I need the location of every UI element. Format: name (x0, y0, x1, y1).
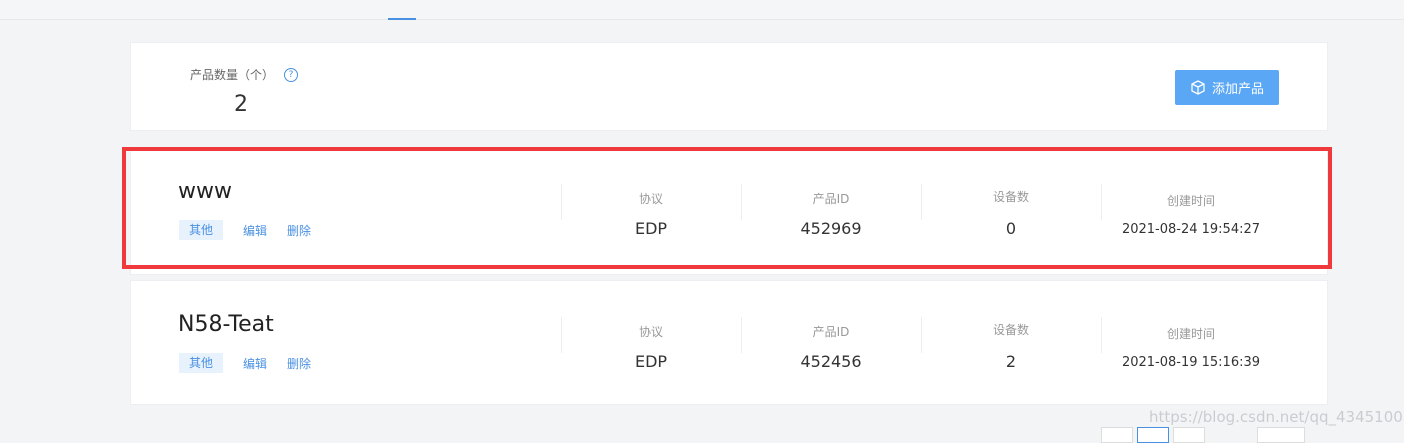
created-at-header: 创建时间 (1166, 327, 1215, 341)
active-tab-indicator (388, 18, 416, 20)
column-divider (561, 317, 562, 353)
column-divider (1101, 317, 1102, 353)
product-id-value: 452456 (800, 352, 862, 371)
device-count-header: 设备数 (992, 323, 1029, 337)
top-tab-bar (0, 0, 1404, 20)
product-id-header: 产品ID (812, 192, 850, 206)
edit-link[interactable]: 编辑 (243, 222, 267, 239)
cube-icon (1191, 79, 1205, 95)
created-at-value: 2021-08-24 19:54:27 (1121, 222, 1261, 237)
protocol-header: 协议 (638, 192, 663, 206)
column-divider (741, 184, 742, 220)
product-id-header: 产品ID (812, 325, 850, 339)
product-name[interactable]: N58-Teat (178, 312, 274, 337)
delete-link[interactable]: 删除 (287, 222, 311, 239)
column-divider (741, 317, 742, 353)
protocol-value: EDP (634, 219, 668, 238)
edit-link[interactable]: 编辑 (243, 355, 267, 372)
product-count-label-row: 产品数量（个） ? (190, 66, 299, 83)
product-card[interactable]: N58-Teat 其他 编辑 删除 协议 EDP 产品ID 452456 设备数… (130, 280, 1328, 405)
product-name[interactable]: www (178, 179, 232, 204)
add-product-label: 添加产品 (1211, 82, 1264, 97)
delete-link[interactable]: 删除 (287, 355, 311, 372)
device-count-header: 设备数 (992, 190, 1029, 204)
device-count-value: 2 (1005, 352, 1017, 371)
category-tag: 其他 (179, 353, 223, 373)
protocol-header: 协议 (638, 325, 663, 339)
product-card[interactable]: www 其他 编辑 删除 协议 EDP 产品ID 452969 设备数 0 创建… (130, 150, 1328, 275)
column-divider (921, 317, 922, 353)
pagination-button[interactable] (1101, 427, 1133, 443)
protocol-value: EDP (634, 352, 668, 371)
column-divider (561, 184, 562, 220)
column-divider (921, 184, 922, 220)
product-summary-panel: 产品数量（个） ? 2 添加产品 (130, 42, 1328, 131)
device-count-value: 0 (1005, 219, 1017, 238)
product-id-value: 452969 (800, 219, 862, 238)
product-count-value: 2 (234, 92, 248, 117)
add-product-button[interactable]: 添加产品 (1175, 70, 1279, 105)
category-tag: 其他 (179, 220, 223, 240)
column-divider (1101, 184, 1102, 220)
pagination-size-select[interactable] (1257, 427, 1305, 443)
created-at-header: 创建时间 (1166, 194, 1215, 208)
pagination-button[interactable] (1173, 427, 1205, 443)
help-icon[interactable]: ? (284, 67, 299, 82)
watermark: https://blog.csdn.net/qq_43451003 (1149, 408, 1404, 426)
created-at-value: 2021-08-19 15:16:39 (1121, 355, 1261, 370)
product-count-label: 产品数量（个） (190, 68, 275, 82)
pagination-button-active[interactable] (1137, 427, 1169, 443)
